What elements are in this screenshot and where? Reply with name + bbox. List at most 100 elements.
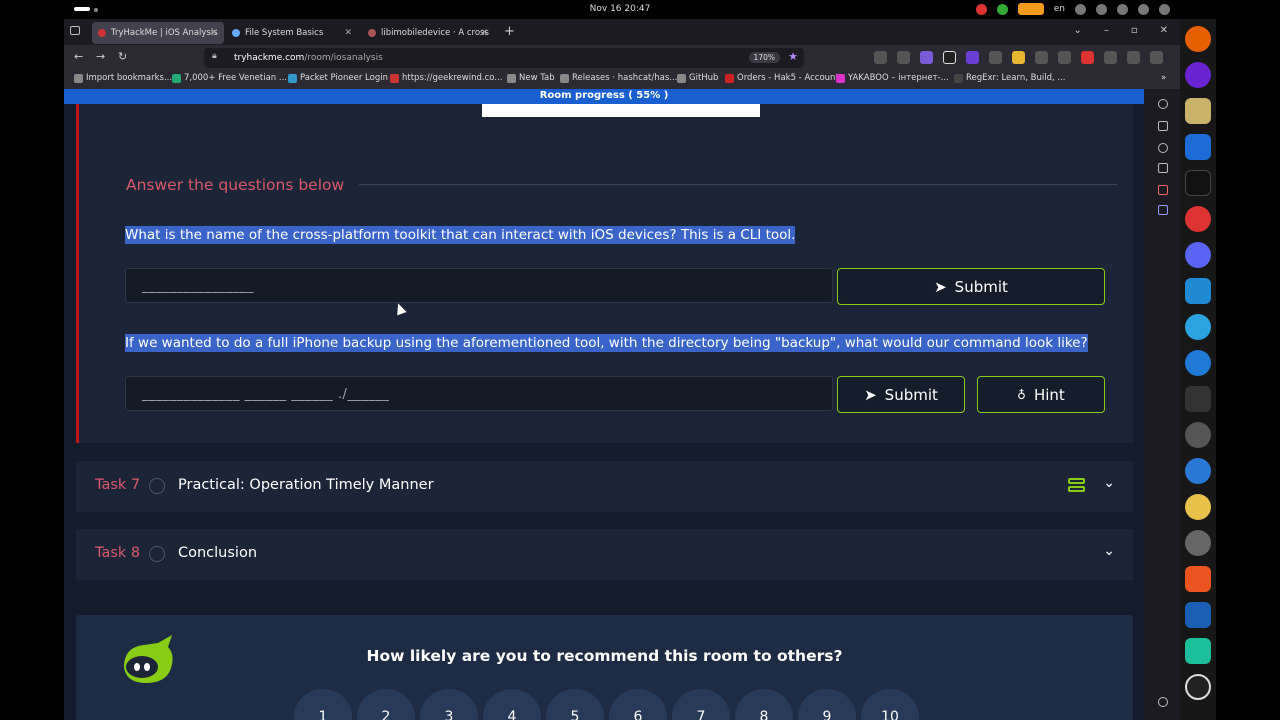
bookmark-item[interactable]: GitHub	[677, 73, 718, 83]
tab-tryhackme[interactable]: TryHackMe | iOS Analysis ✕	[92, 22, 224, 44]
rating-option[interactable]: 9	[798, 689, 856, 720]
activities-indicator[interactable]	[74, 7, 90, 11]
address-bar[interactable]: 🔒︎ tryhackme.com/room/iosanalysis 170% ★	[204, 48, 804, 68]
extension-sidebar-icon[interactable]	[1158, 205, 1168, 215]
bookmark-star-icon[interactable]: ★	[788, 50, 798, 63]
answer-2-input[interactable]: ______________ ______ ______ ./______	[125, 376, 833, 411]
rating-option[interactable]: 7	[672, 689, 730, 720]
tab-list-icon[interactable]: ⌄	[1073, 25, 1081, 36]
chevron-down-icon[interactable]: ⌄	[1103, 543, 1115, 559]
bookmark-item[interactable]: RegExr: Learn, Build, ...	[954, 73, 1065, 83]
extension-icon[interactable]	[874, 51, 887, 64]
extension-icon[interactable]	[920, 51, 933, 64]
task-7-row[interactable]: Task 7 Practical: Operation Timely Manne…	[76, 461, 1133, 512]
settings-icon[interactable]	[1127, 51, 1140, 64]
system-clock[interactable]: Nov 16 20:47	[560, 4, 680, 14]
microphone-icon[interactable]	[1075, 3, 1086, 15]
help-icon[interactable]	[1185, 350, 1211, 376]
bookmark-item[interactable]: YAKABOO – інтернет-...	[836, 73, 949, 83]
thunderbird-icon[interactable]	[1185, 458, 1211, 484]
telegram-icon[interactable]	[1185, 314, 1211, 340]
history-icon[interactable]	[1158, 121, 1168, 131]
back-icon[interactable]: ←	[74, 50, 83, 63]
software-center-icon[interactable]	[1185, 566, 1211, 592]
reload-icon[interactable]: ↻	[118, 50, 127, 63]
extension-icon[interactable]	[1058, 51, 1071, 64]
tray-indicator-icon[interactable]	[1017, 3, 1044, 15]
keyboard-language[interactable]: en	[1054, 4, 1065, 14]
browser-app-icon[interactable]	[1185, 62, 1211, 88]
volume-icon[interactable]	[1138, 3, 1149, 15]
new-tab-icon[interactable]: +	[504, 24, 515, 39]
hint-button[interactable]: ♁ Hint	[977, 376, 1105, 413]
settings-gear-icon[interactable]	[1158, 99, 1168, 109]
rating-option[interactable]: 10	[861, 689, 919, 720]
tab-overview-icon[interactable]	[70, 26, 80, 35]
clock-icon[interactable]	[1158, 143, 1168, 153]
close-tab-icon[interactable]: ✕	[344, 28, 352, 38]
extension-icon[interactable]	[1035, 51, 1048, 64]
close-window-icon[interactable]: ✕	[1160, 25, 1168, 36]
machine-server-icon[interactable]	[1068, 478, 1085, 494]
tab-libimobiledevice[interactable]: libimobiledevice · A cross ✕	[362, 22, 494, 44]
more-bookmarks-icon[interactable]: »	[1161, 73, 1166, 83]
ubuntu-icon[interactable]	[1185, 674, 1211, 700]
writer-icon[interactable]	[1185, 134, 1211, 160]
extension-icon[interactable]	[1081, 51, 1094, 64]
rating-option[interactable]: 6	[609, 689, 667, 720]
answer-1-input[interactable]: ________________	[125, 268, 833, 303]
discord-icon[interactable]	[1185, 242, 1211, 268]
extension-sidebar-icon[interactable]	[1158, 185, 1168, 195]
tradingview-icon[interactable]	[1185, 170, 1211, 196]
terminal-icon[interactable]	[1185, 386, 1211, 412]
lock-icon[interactable]: 🔒︎	[212, 51, 217, 61]
tab-file-system-basics[interactable]: File System Basics ✕	[226, 22, 358, 44]
menu-icon[interactable]	[1150, 51, 1163, 64]
sidebar-settings-icon[interactable]	[1158, 697, 1168, 707]
tray-shield-icon[interactable]	[996, 3, 1008, 15]
files-icon[interactable]	[1185, 98, 1211, 124]
app-icon[interactable]	[1185, 638, 1211, 664]
wifi-icon[interactable]	[1117, 3, 1128, 15]
bookmark-item[interactable]: 7,000+ Free Venetian ...	[172, 73, 287, 83]
wireshark-icon[interactable]	[1185, 602, 1211, 628]
minimize-icon[interactable]: –	[1104, 25, 1109, 36]
extension-icon[interactable]	[966, 51, 979, 64]
app-icon[interactable]	[1185, 206, 1211, 232]
bookmark-item[interactable]: Packet Pioneer Login	[288, 73, 388, 83]
rating-option[interactable]: 4	[483, 689, 541, 720]
forward-icon[interactable]: →	[96, 50, 105, 63]
rating-option[interactable]: 2	[357, 689, 415, 720]
extension-icon[interactable]	[989, 51, 1002, 64]
chevron-down-icon[interactable]: ⌄	[1103, 475, 1115, 491]
bookmark-item[interactable]: https://geekrewind.co...	[390, 73, 502, 83]
gimp-icon[interactable]	[1185, 422, 1211, 448]
submit-2-button[interactable]: ➤ Submit	[837, 376, 965, 413]
bookmark-item[interactable]: New Tab	[507, 73, 555, 83]
bluetooth-icon[interactable]	[1096, 3, 1107, 15]
extension-icon[interactable]	[897, 51, 910, 64]
close-tab-icon[interactable]: ✕	[480, 28, 488, 38]
restore-icon[interactable]: ▫	[1131, 25, 1138, 36]
bookmark-item[interactable]: Releases · hashcat/has...	[560, 73, 677, 83]
rating-option[interactable]: 3	[420, 689, 478, 720]
clock-app-icon[interactable]	[1185, 530, 1211, 556]
task-8-row[interactable]: Task 8 Conclusion ⌄	[76, 529, 1133, 580]
rating-option[interactable]: 8	[735, 689, 793, 720]
extension-icon[interactable]	[1012, 51, 1025, 64]
extensions-menu-icon[interactable]	[1104, 51, 1117, 64]
rating-option[interactable]: 1	[294, 689, 352, 720]
close-tab-icon[interactable]: ✕	[210, 28, 218, 38]
power-icon[interactable]	[1159, 3, 1170, 15]
rating-option[interactable]: 5	[546, 689, 604, 720]
submit-1-button[interactable]: ➤ Submit	[837, 268, 1105, 305]
tray-app-icon[interactable]	[975, 3, 987, 15]
firefox-icon[interactable]	[1185, 26, 1211, 52]
zoom-level[interactable]: 170%	[748, 52, 780, 63]
bookmark-item[interactable]: Orders - Hak5 - Account	[725, 73, 839, 83]
vscode-icon[interactable]	[1185, 278, 1211, 304]
bookmark-item[interactable]: Import bookmarks...	[74, 73, 172, 83]
rhythmbox-icon[interactable]	[1185, 494, 1211, 520]
reader-icon[interactable]	[943, 51, 956, 64]
bookmarks-icon[interactable]	[1158, 163, 1168, 173]
